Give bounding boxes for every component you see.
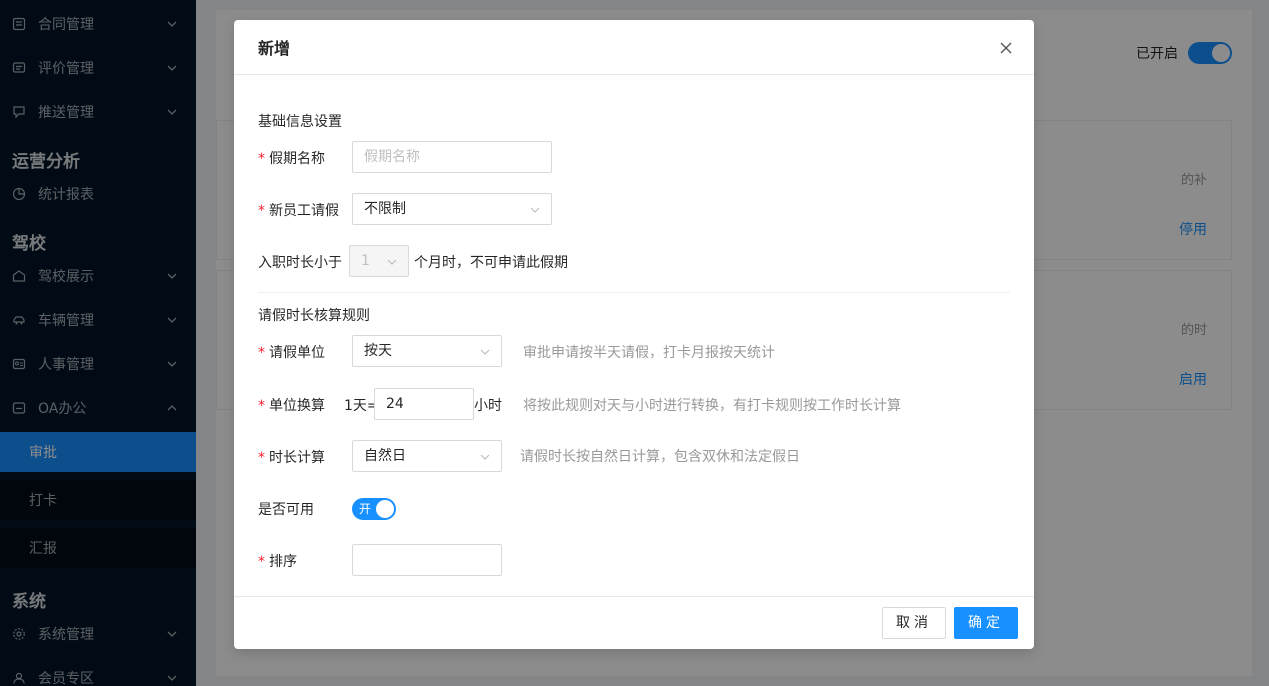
switch-text: 开 xyxy=(359,502,372,516)
available-label: 是否可用 xyxy=(258,502,314,518)
label-text: 单位换算 xyxy=(269,398,325,414)
ok-button[interactable]: 确定 xyxy=(954,607,1018,639)
cancel-button[interactable]: 取消 xyxy=(882,607,946,639)
unit-label: * 请假单位 xyxy=(258,342,325,362)
chevron-down-icon xyxy=(480,349,490,355)
select-value: 不限制 xyxy=(364,201,406,217)
unit-select[interactable]: 按天 xyxy=(352,335,502,367)
select-value: 1 xyxy=(361,253,370,269)
convert-hours-input[interactable] xyxy=(374,388,474,420)
convert-label: * 单位换算 xyxy=(258,395,325,415)
chevron-down-icon xyxy=(480,454,490,460)
unit-hint: 审批申请按半天请假，打卡月报按天统计 xyxy=(523,345,775,361)
required-mark: * xyxy=(258,554,265,570)
select-value: 自然日 xyxy=(364,448,406,464)
required-mark: * xyxy=(258,398,265,414)
label-text: 请假单位 xyxy=(269,345,325,361)
section-basic-title: 基础信息设置 xyxy=(258,114,342,130)
chevron-down-icon xyxy=(387,259,397,265)
modal-header: 新增 xyxy=(234,20,1034,75)
holiday-name-label: * 假期名称 xyxy=(258,148,325,168)
section-rule-title: 请假时长核算规则 xyxy=(258,308,370,324)
new-employee-label: * 新员工请假 xyxy=(258,200,339,220)
calc-select[interactable]: 自然日 xyxy=(352,440,502,472)
label-text: 排序 xyxy=(269,554,297,570)
select-value: 按天 xyxy=(364,343,392,359)
required-mark: * xyxy=(258,345,265,361)
required-mark: * xyxy=(258,203,265,219)
chevron-down-icon xyxy=(530,207,540,213)
convert-suffix: 小时 xyxy=(474,398,502,414)
required-mark: * xyxy=(258,151,265,167)
label-text: 新员工请假 xyxy=(269,203,339,219)
calc-hint: 请假时长按自然日计算，包含双休和法定假日 xyxy=(520,449,800,465)
modal-title: 新增 xyxy=(258,39,291,58)
sort-label: * 排序 xyxy=(258,551,297,571)
calc-label: * 时长计算 xyxy=(258,447,325,467)
holiday-name-input[interactable] xyxy=(352,141,552,173)
required-mark: * xyxy=(258,450,265,466)
label-text: 时长计算 xyxy=(269,450,325,466)
tenure-prefix: 入职时长小于 xyxy=(258,255,342,271)
switch-knob xyxy=(376,500,394,518)
tenure-suffix: 个月时，不可申请此假期 xyxy=(414,255,568,271)
modal-footer: 取消 确定 xyxy=(234,596,1034,649)
add-holiday-modal: 新增 基础信息设置 *假期名称 *新员工请假 不限制 入职时长小于 1 个月时，… xyxy=(234,20,1034,649)
convert-hint: 将按此规则对天与小时进行转换，有打卡规则按工作时长计算 xyxy=(523,398,901,414)
available-switch[interactable]: 开 xyxy=(352,498,396,520)
sort-input[interactable] xyxy=(352,544,502,576)
section-divider xyxy=(258,292,1010,293)
label-text: 假期名称 xyxy=(269,151,325,167)
tenure-months-select[interactable]: 1 xyxy=(349,245,409,277)
new-employee-select[interactable]: 不限制 xyxy=(352,193,552,225)
close-icon[interactable] xyxy=(998,40,1014,56)
